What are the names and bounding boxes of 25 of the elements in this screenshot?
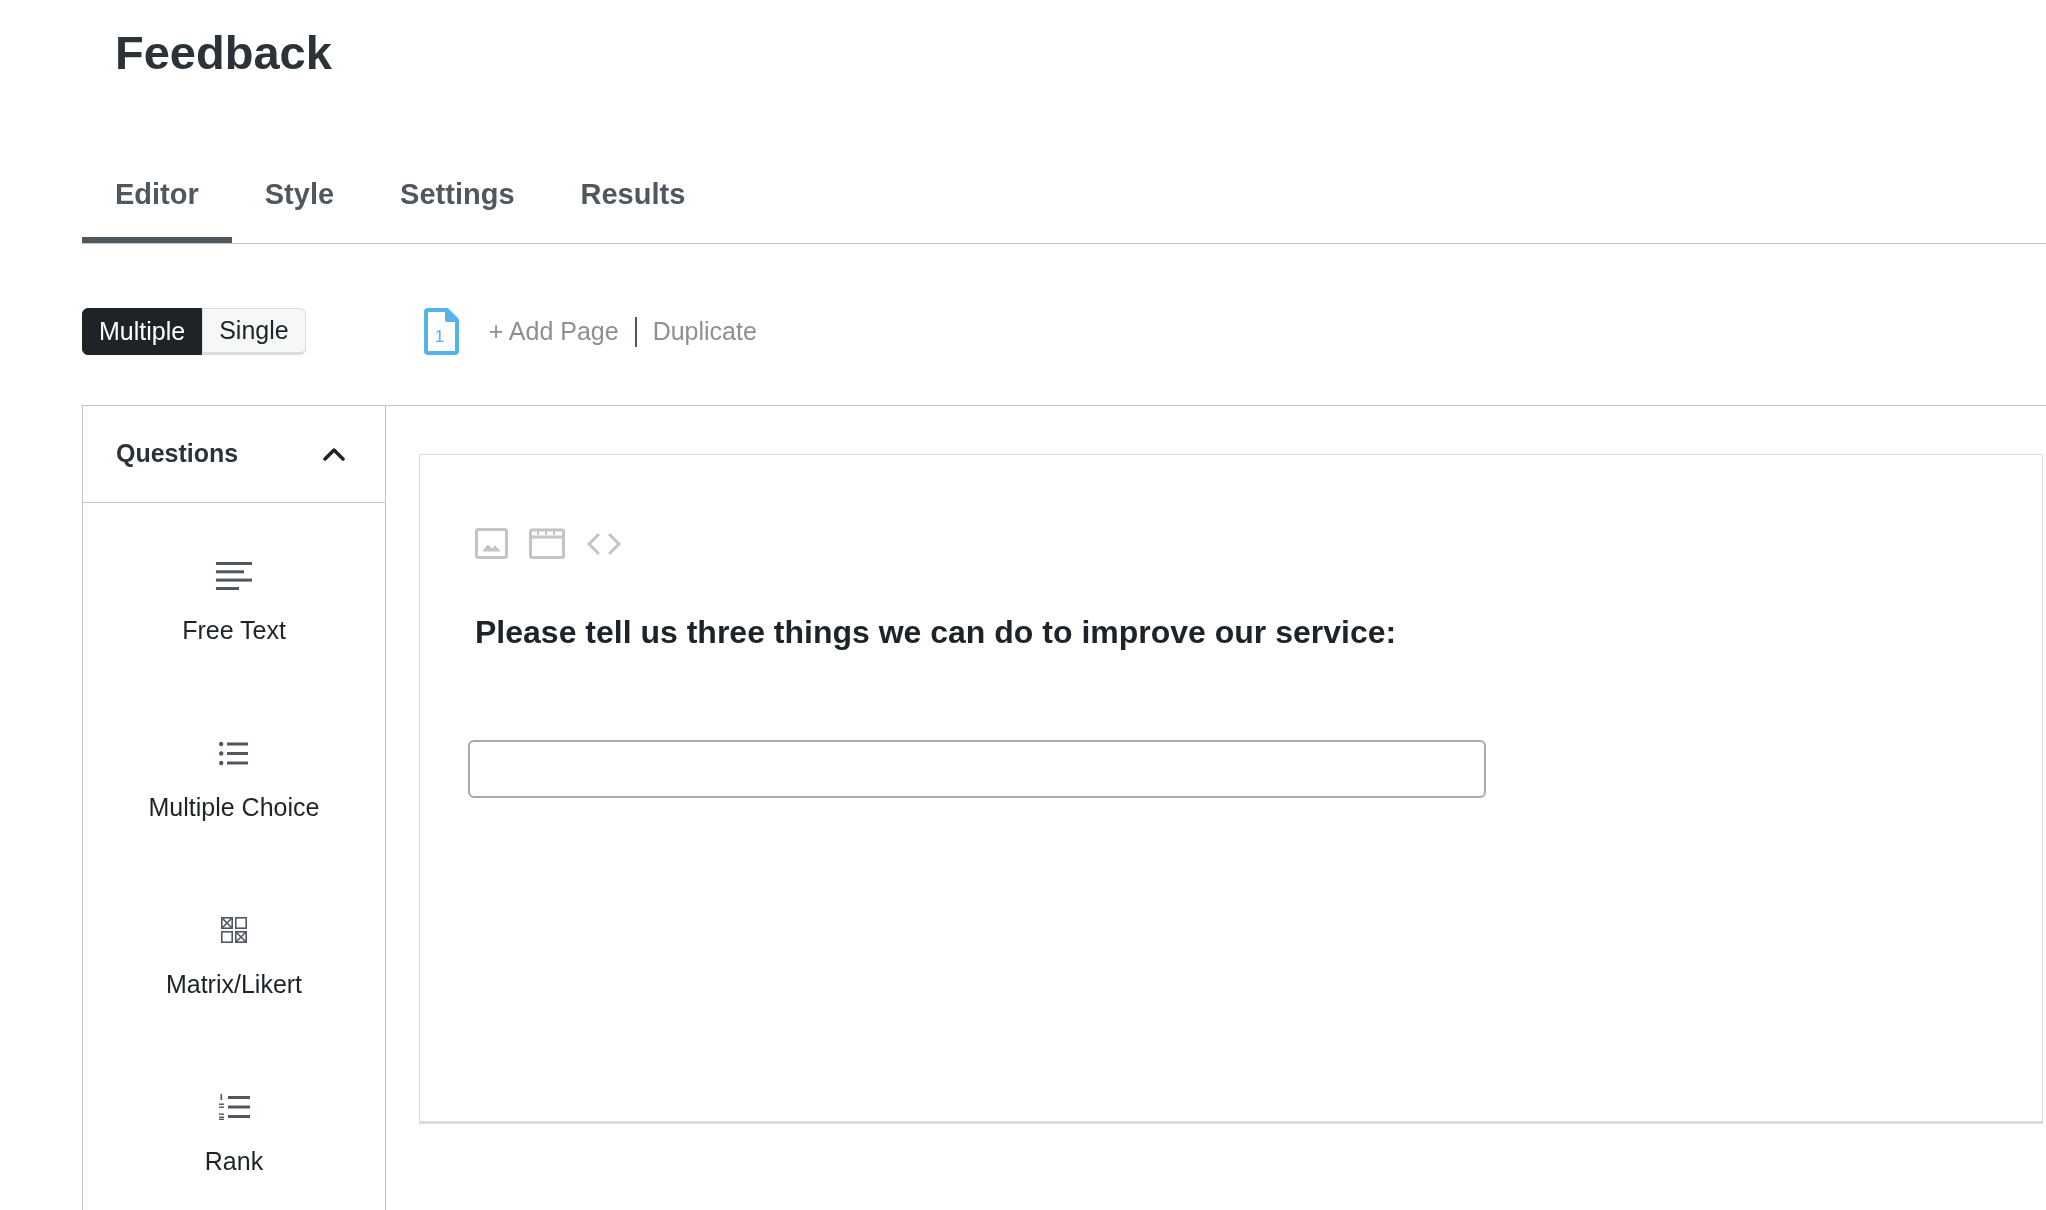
view-mode-toggle[interactable]: Multiple bbox=[82, 308, 203, 355]
answer-input[interactable] bbox=[468, 740, 1486, 798]
question-type-item[interactable]: Free Text bbox=[182, 562, 286, 645]
page-title: Feedback bbox=[115, 29, 332, 77]
tab[interactable]: Editor bbox=[82, 164, 232, 243]
view-mode-toggle[interactable]: Single bbox=[202, 308, 306, 355]
question-type-item[interactable]: Multiple Choice bbox=[148, 739, 320, 822]
code-icon[interactable] bbox=[586, 532, 622, 555]
document-icon bbox=[422, 308, 459, 355]
sidebar-heading: Questions bbox=[116, 438, 239, 470]
page-number: 1 bbox=[434, 328, 445, 346]
tab[interactable]: Style bbox=[231, 164, 368, 243]
image-icon[interactable] bbox=[475, 528, 508, 559]
collapse-toggle[interactable] bbox=[323, 447, 345, 461]
question-type-item[interactable]: Matrix/Likert bbox=[165, 916, 303, 999]
numbered-list-icon bbox=[218, 1094, 250, 1120]
text-lines-icon bbox=[216, 562, 252, 590]
checkbox-grid-icon bbox=[221, 917, 247, 943]
chevron-up-icon bbox=[323, 447, 345, 461]
tab[interactable]: Results bbox=[547, 164, 719, 243]
tab[interactable]: Settings bbox=[367, 164, 548, 243]
question-type-item[interactable]: Rank bbox=[204, 1093, 264, 1176]
video-clapper-icon[interactable] bbox=[529, 528, 565, 559]
question-text: Please tell us three things we can do to improve our service: bbox=[475, 614, 1397, 650]
bulleted-list-icon bbox=[219, 740, 249, 766]
